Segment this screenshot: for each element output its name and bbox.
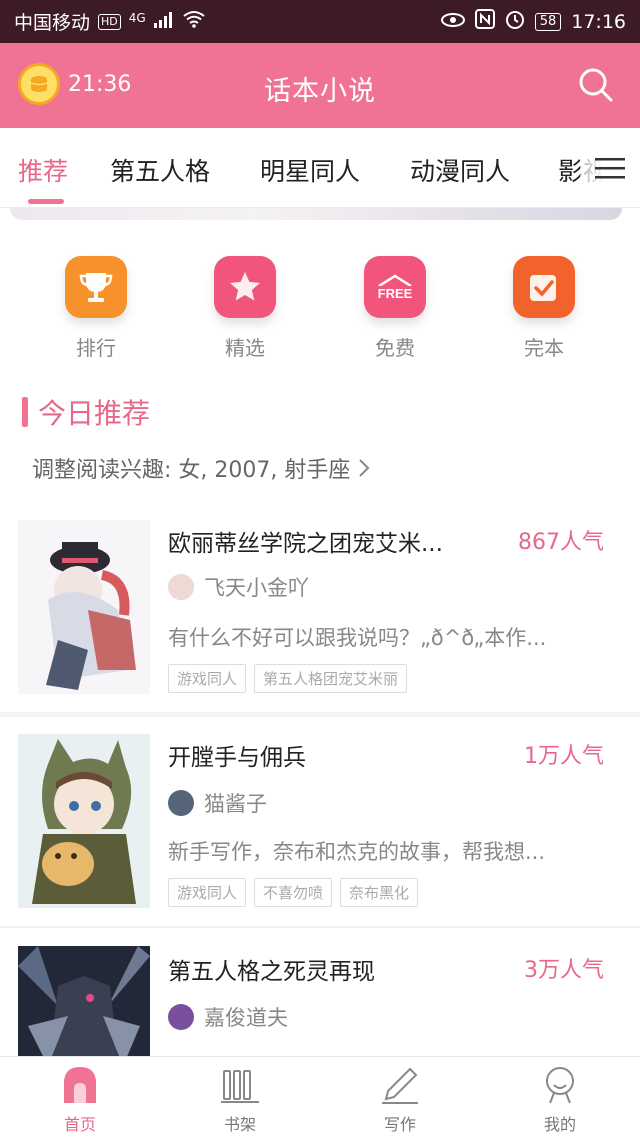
book-tag[interactable]: 第五人格团宠艾米丽 [254,664,408,693]
book-item[interactable]: 欧丽蒂丝学院之团宠艾米... 867人气 飞天小金吖 有什么不好可以跟我说吗？„… [0,510,640,720]
book-tag[interactable]: 奈布黑化 [340,878,419,907]
section-title: 今日推荐 [38,397,151,430]
book-tag[interactable]: 不喜勿喷 [254,878,333,907]
carrier-label: 中国移动 [14,12,91,34]
book-popularity: 867人气 [518,530,604,555]
signal-icon [153,11,174,33]
book-cover-illustration [18,946,150,1056]
check-icon [513,256,575,318]
bookshelf-icon [220,1065,260,1105]
home-icon [60,1065,100,1105]
book-cover-illustration [18,734,150,908]
wifi-icon [182,10,206,33]
book-cover[interactable] [18,734,150,908]
quick-link-label: 排行 [76,336,116,360]
book-author[interactable]: 飞天小金吖 [168,572,309,602]
category-tabs: 推荐 第五人格 明星同人 动漫同人 影视 [0,128,640,208]
chevron-right-icon [359,459,370,477]
star-icon [214,256,276,318]
trophy-icon [65,256,127,318]
search-button[interactable] [578,67,614,103]
nav-write[interactable]: 写作 [350,1065,450,1135]
page-title: 话本小说 [264,76,376,107]
book-popularity: 3万人气 [524,958,604,983]
author-avatar [168,574,194,600]
interest-text: 调整阅读兴趣: 女, 2007, 射手座 [32,458,351,483]
nfc-icon [474,9,495,34]
adjust-interest-link[interactable]: 调整阅读兴趣: 女, 2007, 射手座 [32,452,370,484]
book-cover-illustration [18,520,150,694]
quick-link-label: 免费 [375,336,415,360]
book-title: 开膛手与佣兵 [168,745,306,771]
book-tag[interactable]: 游戏同人 [168,878,247,907]
clock: 17:16 [571,10,626,33]
search-icon [579,68,613,102]
book-tag[interactable]: 游戏同人 [168,664,247,693]
banner[interactable] [0,208,640,222]
book-author[interactable]: 嘉俊道夫 [168,1002,288,1032]
quick-link-label: 精选 [225,336,265,360]
book-title: 第五人格之死灵再现 [168,959,375,985]
quick-link-featured[interactable]: 精选 [200,256,290,361]
nav-label: 书架 [223,1115,256,1134]
battery-level: 58 [534,12,562,31]
nav-profile[interactable]: 我的 [510,1065,610,1135]
tab-menu-button[interactable] [580,128,640,207]
tab-recommend[interactable]: 推荐 [18,152,68,188]
quick-link-ranking[interactable]: 排行 [51,256,141,361]
book-tags: 游戏同人 第五人格团宠艾米丽 [168,664,408,693]
book-cover[interactable] [18,520,150,694]
profile-icon [540,1065,580,1105]
free-icon: FREE [364,256,426,318]
battery-icon: 58 [534,12,562,31]
quick-link-completed[interactable]: 完本 [499,256,589,361]
hd-badge: HD [98,13,121,30]
author-name: 猫酱子 [204,792,267,816]
book-title: 欧丽蒂丝学院之团宠艾米... [168,531,443,557]
book-description: 有什么不好可以跟我说吗？„ð^ð„本作... [168,626,547,650]
book-cover[interactable] [18,946,150,1056]
divider [0,712,640,717]
tab-anime-fanfic[interactable]: 动漫同人 [410,152,510,188]
eye-icon [440,11,465,33]
status-bar: 中国移动 HD 4G 58 17:16 [0,0,640,43]
pen-icon [380,1065,420,1105]
nav-bookshelf[interactable]: 书架 [190,1065,290,1135]
author-name: 嘉俊道夫 [204,1006,288,1030]
menu-icon [595,158,625,179]
nav-label: 首页 [63,1115,96,1134]
bottom-nav: 首页 书架 写作 我的 [0,1056,640,1138]
nav-home[interactable]: 首页 [30,1065,130,1135]
tab-identity-v[interactable]: 第五人格 [110,152,210,188]
nav-label: 写作 [383,1115,416,1134]
book-description: 新手写作，奈布和杰克的故事，帮我想... [168,840,546,864]
section-header: 今日推荐 [22,392,150,432]
book-author[interactable]: 猫酱子 [168,788,267,818]
author-name: 飞天小金吖 [204,576,309,600]
tab-celebrity-fanfic[interactable]: 明星同人 [260,152,360,188]
network-label: 4G [128,10,146,25]
active-tab-indicator [28,199,64,204]
author-avatar [168,1004,194,1030]
app-header: 21:36 话本小说 [0,43,640,128]
nav-label: 我的 [543,1115,576,1134]
quick-link-label: 完本 [524,336,564,360]
divider [0,926,640,928]
book-tags: 游戏同人 不喜勿喷 奈布黑化 [168,878,419,907]
book-item[interactable]: 第五人格之死灵再现 3万人气 嘉俊道夫 [0,940,640,1056]
section-accent-bar [22,397,28,427]
alarm-icon [505,9,525,34]
author-avatar [168,790,194,816]
book-item[interactable]: 开膛手与佣兵 1万人气 猫酱子 新手写作，奈布和杰克的故事，帮我想... 游戏同… [0,726,640,936]
free-icon-text: FREE [377,285,413,301]
quick-link-free[interactable]: FREE 免费 [350,256,440,361]
quick-links: 排行 精选 FREE 免费 完本 [0,256,640,366]
book-popularity: 1万人气 [524,744,604,769]
